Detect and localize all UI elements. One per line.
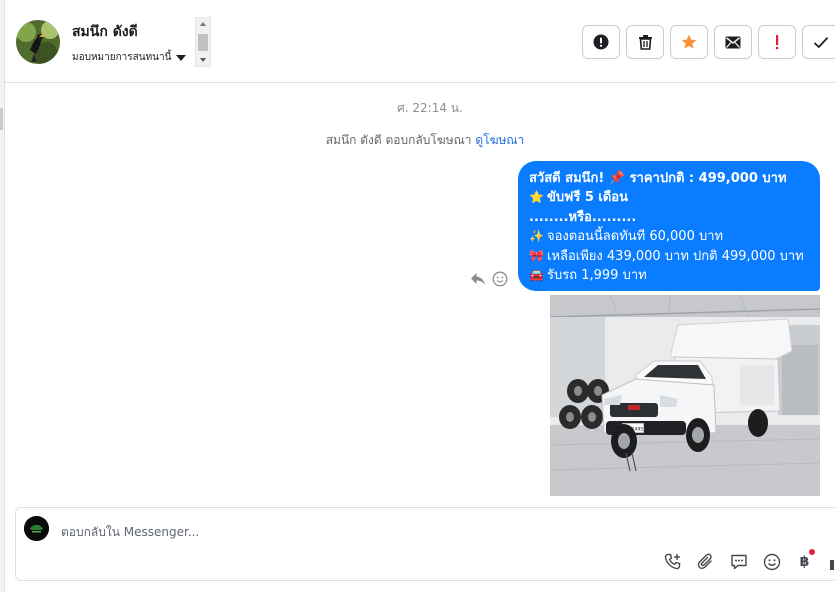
message-line: ⭐ ขับฟรี 5 เดือน	[529, 188, 810, 207]
car-emoji-icon: 🚘	[529, 268, 544, 283]
emoji-button[interactable]	[761, 551, 782, 572]
contact-avatar[interactable]	[16, 20, 60, 64]
message-line-6: รับรถ 1,999 บาท	[547, 268, 647, 284]
assign-label: มอบหมายการสนทนานี้	[72, 52, 172, 63]
phone-add-icon	[664, 553, 680, 569]
delete-button[interactable]	[626, 25, 664, 59]
message-timestamp: ศ. 22:14 น.	[397, 101, 463, 115]
reply-input[interactable]: ตอบกลับใน Messenger...	[61, 523, 199, 542]
check-icon	[813, 36, 829, 48]
attach-button[interactable]	[695, 551, 716, 572]
header-actions	[582, 25, 835, 59]
exclamation-icon	[776, 35, 779, 50]
message-line: 🚘 รับรถ 1,999 บาท	[529, 266, 810, 285]
message-line-1: สวัสดี สมนึก! 📌 ราคาปกติ : 499,000 บาท	[529, 171, 787, 186]
trash-icon	[638, 35, 652, 50]
caret-down-icon	[176, 54, 187, 61]
smiley-icon	[763, 553, 780, 570]
call-button[interactable]	[662, 551, 683, 572]
replied-text: สมนึก ดังดี ตอบกลับโฆษณา	[325, 133, 472, 147]
message-line: สวัสดี สมนึก! 📌 ราคาปกติ : 499,000 บาท	[529, 169, 810, 188]
paperclip-icon	[697, 553, 712, 569]
alert-circle-icon	[593, 34, 609, 50]
message-line-5: เหลือเพียง 439,000 บาท ปกติ 499,000 บาท	[547, 248, 804, 264]
payment-button[interactable]: ฿	[794, 549, 815, 572]
conversation-header: สมนึก ดังดี มอบหมายการสนทนานี้	[5, 0, 835, 83]
envelope-icon	[725, 36, 741, 48]
message-line: ✨ จองตอนนี้ลดทันที 60,000 บาท	[529, 227, 810, 246]
like-button[interactable]	[827, 551, 835, 572]
notification-dot	[809, 549, 815, 555]
message-line-2: ขับฟรี 5 เดือน	[547, 190, 629, 206]
star-button[interactable]	[670, 25, 708, 59]
inbox-frame: สมนึก ดังดี มอบหมายการสนทนานี้ ศ. 22:14 …	[0, 0, 835, 592]
view-ad-link[interactable]: ดูโฆษณา	[475, 133, 524, 147]
saved-replies-button[interactable]	[728, 551, 749, 572]
composer-tools: ฿	[662, 549, 835, 572]
header-scrollbar[interactable]	[195, 17, 211, 67]
star-icon	[681, 34, 697, 49]
page-avatar	[24, 516, 49, 541]
scroll-thumb[interactable]	[198, 34, 208, 51]
scroll-down-arrow-icon[interactable]	[200, 58, 206, 62]
replied-to-ad-note: สมนึก ดังดี ตอบกลับโฆษณา ดูโฆษณา	[5, 131, 835, 150]
follow-up-button[interactable]	[758, 25, 796, 59]
ribbon-emoji-icon: 🎀	[529, 248, 544, 263]
sparkles-emoji-icon: ✨	[529, 229, 544, 244]
outgoing-message-bubble[interactable]: สวัสดี สมนึก! 📌 ราคาปกติ : 499,000 บาท ⭐…	[518, 161, 820, 291]
contact-name: สมนึก ดังดี	[72, 24, 138, 40]
star-emoji-icon: ⭐	[529, 190, 544, 205]
conversation-thread[interactable]: ศ. 22:14 น. สมนึก ดังดี ตอบกลับโฆษณา ดูโ…	[5, 84, 835, 506]
baht-icon: ฿	[799, 553, 810, 570]
message-line-3: ........หรือ.........	[529, 209, 637, 225]
spam-button[interactable]	[582, 25, 620, 59]
message-line: ........หรือ.........	[529, 208, 810, 227]
reply-composer[interactable]: ตอบกลับใน Messenger... ฿	[15, 507, 835, 581]
thumbs-up-icon	[829, 558, 835, 570]
scroll-up-arrow-icon[interactable]	[200, 22, 206, 26]
mark-unread-button[interactable]	[714, 25, 752, 59]
mark-done-button[interactable]	[802, 25, 835, 59]
message-line-4: จองตอนนี้ลดทันที 60,000 บาท	[547, 229, 724, 245]
reply-icon[interactable]	[470, 271, 486, 287]
assign-conversation-dropdown[interactable]: มอบหมายการสนทนานี้	[72, 50, 187, 65]
message-line: 🎀 เหลือเพียง 439,000 บาท ปกติ 499,000 บาท	[529, 247, 810, 266]
chat-bubble-icon	[730, 554, 747, 569]
message-tools	[470, 271, 508, 287]
emoji-react-icon[interactable]	[492, 271, 508, 287]
pickup-truck-photo[interactable]: ขก 1495	[550, 295, 820, 496]
